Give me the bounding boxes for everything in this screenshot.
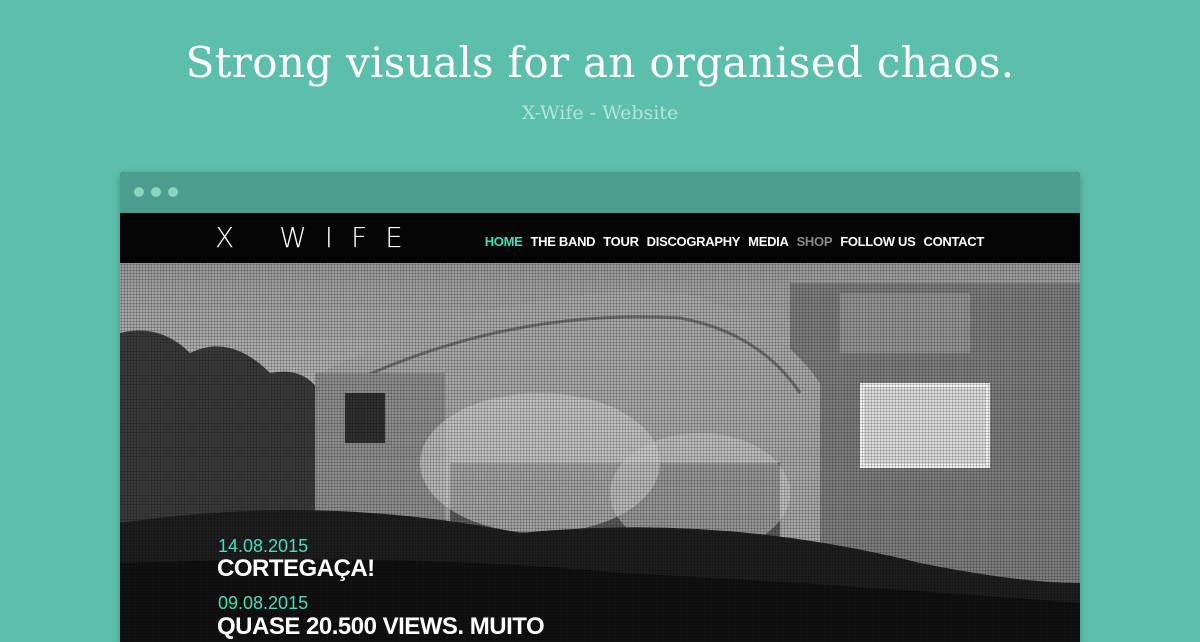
post-title[interactable]: CORTEGAÇA! <box>217 555 375 583</box>
nav-item-home[interactable]: HOME <box>485 234 523 249</box>
nav-item-tour[interactable]: TOUR <box>603 234 639 249</box>
browser-toolbar <box>120 172 1080 213</box>
site-navbar: X WIFE HOME THE BAND TOUR DISCOGRAPHY ME… <box>120 213 1080 269</box>
nav-item-discography[interactable]: DISCOGRAPHY <box>647 234 741 249</box>
window-dot-icon <box>151 187 161 197</box>
main-nav: HOME THE BAND TOUR DISCOGRAPHY MEDIA SHO… <box>485 234 985 249</box>
nav-item-media[interactable]: MEDIA <box>748 234 789 249</box>
site-logo[interactable]: X WIFE <box>215 221 421 254</box>
halftone-overlay <box>120 263 1080 642</box>
post-title[interactable]: QUASE 20.500 VIEWS. MUITO <box>217 613 545 641</box>
subline: X-Wife - Website <box>521 102 679 124</box>
post-date: 09.08.2015 <box>218 593 309 613</box>
window-dot-icon <box>134 187 144 197</box>
nav-item-the-band[interactable]: THE BAND <box>531 234 596 249</box>
post-date: 14.08.2015 <box>218 536 309 556</box>
browser-window: X WIFE HOME THE BAND TOUR DISCOGRAPHY ME… <box>120 172 1080 642</box>
headline: Strong visuals for an organised chaos. <box>185 38 1015 87</box>
nav-item-contact[interactable]: CONTACT <box>924 234 985 249</box>
nav-item-follow-us[interactable]: FOLLOW US <box>840 234 916 249</box>
hero-image: 14.08.2015 CORTEGAÇA! 09.08.2015 QUASE 2… <box>120 263 1080 642</box>
window-dot-icon <box>168 187 178 197</box>
nav-item-shop[interactable]: SHOP <box>797 234 833 249</box>
